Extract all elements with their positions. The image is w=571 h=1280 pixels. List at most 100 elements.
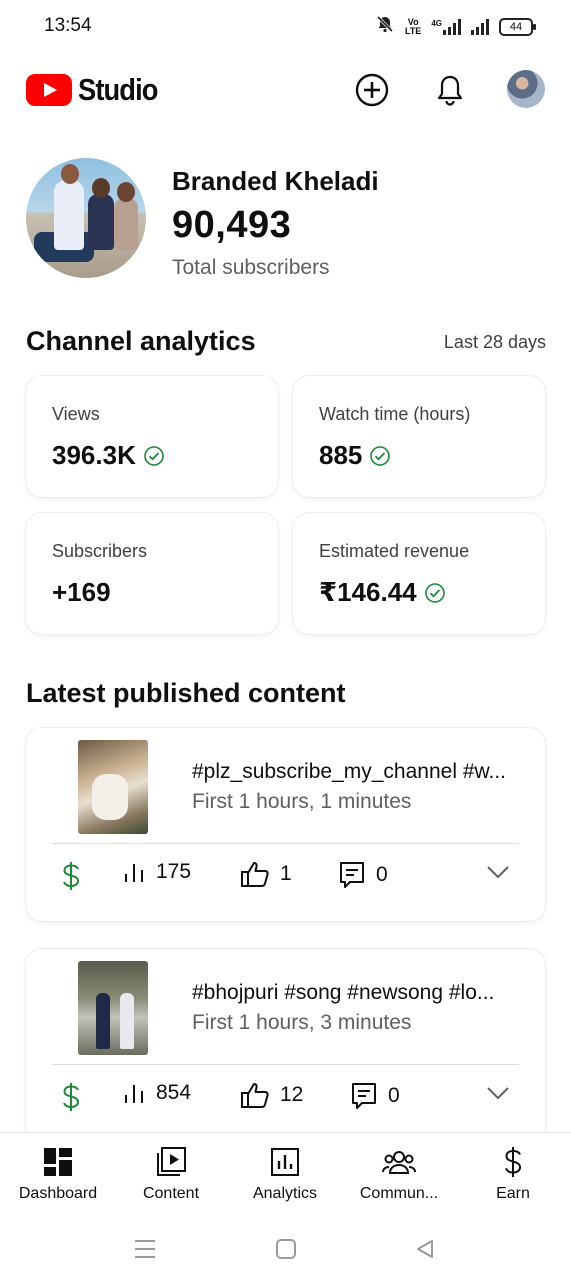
signal-4g-icon: 4G [431, 18, 461, 35]
bar-chart-icon [125, 864, 143, 882]
analytics-range[interactable]: Last 28 days [444, 332, 546, 353]
nav-label: Content [142, 1185, 200, 1202]
thumbs-up-icon [241, 862, 269, 887]
subscribers-card[interactable]: Subscribers +169 [26, 513, 278, 634]
comment-icon [352, 1083, 376, 1109]
volte-icon: Vo LTE [404, 17, 422, 36]
create-button[interactable] [352, 70, 392, 110]
channel-avatar[interactable] [26, 158, 146, 278]
video-time: First 1 hours, 3 minutes [192, 1011, 412, 1034]
status-time: 13:54 [44, 15, 92, 36]
views-count: 175 [156, 860, 192, 883]
likes-count: 1 [280, 862, 292, 885]
comments-metric: 0 [338, 860, 388, 890]
subscribers-value: +169 [52, 577, 111, 607]
thumbs-up-icon [241, 1083, 269, 1108]
stat-label: Subscribers [52, 541, 148, 561]
stat-label: Views [52, 404, 100, 424]
video-time: First 1 hours, 1 minutes [192, 790, 412, 813]
back-button[interactable] [410, 1234, 440, 1264]
dashboard-icon [44, 1148, 72, 1176]
views-metric: 175 [122, 860, 191, 884]
battery-icon: 44 [499, 17, 536, 36]
revenue-value: ₹146.44 [319, 577, 417, 607]
video-thumbnail[interactable] [78, 961, 148, 1055]
system-nav-bar [0, 1218, 571, 1280]
comments-count: 0 [388, 1084, 400, 1107]
volte-line2: LTE [404, 25, 422, 36]
monetization-status[interactable] [60, 1081, 82, 1113]
nav-label: Analytics [252, 1185, 318, 1202]
comments-metric: 0 [350, 1081, 400, 1111]
network-type: 4G [431, 18, 442, 28]
nav-analytics[interactable]: Analytics [228, 1145, 342, 1203]
video-title[interactable]: #plz_subscribe_my_channel #w... [192, 760, 522, 784]
check-circle-icon [424, 582, 445, 603]
likes-metric: 12 [240, 1081, 303, 1109]
watch-time-card[interactable]: Watch time (hours) 885 [293, 376, 545, 497]
bottom-nav: Dashboard Content Analytics Commun... Ea… [0, 1132, 571, 1218]
divider [52, 1064, 519, 1065]
video-card[interactable]: #bhojpuri #song #newsong #lo... First 1 … [26, 949, 545, 1142]
create-icon [355, 73, 389, 107]
channel-profile: Branded Kheladi 90,493 Total subscribers [26, 158, 546, 280]
video-card[interactable]: #plz_subscribe_my_channel #w... First 1 … [26, 728, 545, 921]
dollar-icon [63, 862, 80, 890]
views-card[interactable]: Views 396.3K [26, 376, 278, 497]
status-bar: 13:54 Vo LTE 4G 44 [0, 0, 571, 52]
bar-chart-icon [125, 1085, 143, 1103]
stat-label: Estimated revenue [319, 541, 470, 561]
check-circle-icon [144, 445, 164, 466]
studio-logo[interactable]: Studio [26, 72, 168, 108]
nav-label: Dashboard [18, 1185, 98, 1202]
comments-count: 0 [376, 863, 388, 886]
subscriber-count: 90,493 [172, 204, 292, 246]
nav-earn[interactable]: Earn [456, 1145, 570, 1203]
app-header: Studio [0, 60, 571, 120]
chevron-down-icon [487, 1087, 509, 1100]
expand-button[interactable] [486, 1081, 510, 1105]
menu-button[interactable] [130, 1234, 160, 1264]
nav-label: Earn [496, 1185, 530, 1202]
community-icon [382, 1151, 416, 1174]
revenue-card[interactable]: Estimated revenue ₹146.44 [293, 513, 545, 634]
account-avatar[interactable] [507, 70, 545, 108]
monetization-status[interactable] [60, 860, 82, 892]
video-metrics: 854 12 0 [26, 1081, 545, 1121]
dollar-icon [63, 1083, 80, 1111]
analytics-icon [271, 1148, 299, 1176]
video-thumbnail[interactable] [78, 740, 148, 834]
stat-value: 396.3K [52, 440, 164, 471]
nav-dashboard[interactable]: Dashboard [1, 1145, 115, 1203]
stat-value: ₹146.44 [319, 577, 445, 608]
home-square-icon [276, 1239, 296, 1259]
watch-time-value: 885 [319, 440, 363, 470]
views-count: 854 [156, 1081, 192, 1104]
check-circle-icon [370, 445, 391, 466]
video-title[interactable]: #bhojpuri #song #newsong #lo... [192, 981, 522, 1005]
nav-label: Commun... [359, 1185, 439, 1202]
notifications-button[interactable] [430, 70, 470, 110]
likes-metric: 1 [240, 860, 292, 888]
stat-value: 885 [319, 440, 391, 471]
content-icon [157, 1147, 186, 1176]
video-metrics: 175 1 0 [26, 860, 545, 900]
likes-count: 12 [280, 1083, 304, 1106]
menu-icon [135, 1240, 155, 1258]
analytics-title: Channel analytics [26, 326, 256, 356]
bell-icon [437, 75, 463, 106]
subscriber-label: Total subscribers [172, 256, 330, 279]
views-value: 396.3K [52, 440, 136, 470]
home-button[interactable] [271, 1234, 301, 1264]
stat-value: +169 [52, 577, 111, 608]
nav-content[interactable]: Content [114, 1145, 228, 1203]
logo-text: Studio [78, 72, 158, 107]
status-icons: Vo LTE 4G 44 [375, 14, 536, 39]
youtube-play-icon [26, 74, 72, 106]
expand-button[interactable] [486, 860, 510, 884]
divider [52, 843, 519, 844]
mute-bell-icon [375, 14, 395, 39]
signal-icon [471, 18, 489, 35]
nav-community[interactable]: Commun... [342, 1145, 456, 1203]
back-triangle-icon [417, 1240, 433, 1258]
